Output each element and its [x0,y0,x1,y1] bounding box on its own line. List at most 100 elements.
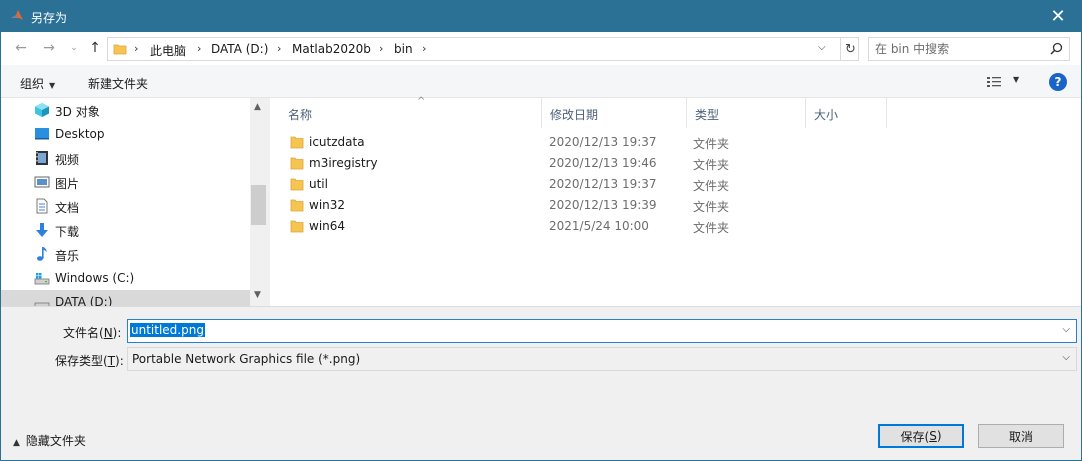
address-row: ← → ⌄ ↑ › 此电脑 › DATA (D:) › Matlab2020b … [1,32,1081,65]
nav-item-music[interactable]: 音乐 [1,242,250,266]
chevron-right-icon[interactable]: › [197,42,201,55]
file-row[interactable]: util 2020/12/13 19:37 文件夹 [270,174,1081,195]
file-date: 2021/5/24 10:00 [549,219,649,233]
filename-value[interactable]: untitled.png [130,323,205,337]
breadcrumb-matlab[interactable]: Matlab2020b [292,42,371,56]
breadcrumb-this-pc[interactable]: 此电脑 [150,42,186,59]
chevron-down-icon[interactable]: ⌵ [1062,352,1070,363]
filetype-value: Portable Network Graphics file (*.png) [132,352,361,366]
3d-objects-icon [35,103,49,117]
file-type: 文件夹 [693,179,730,193]
column-header-name[interactable]: 名称 ^ [280,96,542,128]
column-header-label: 名称 [288,108,313,122]
nav-item-3d-objects[interactable]: 3D 对象 [1,98,250,122]
caret-down-icon: ▼ [1013,75,1020,84]
nav-item-label: 音乐 [55,249,80,263]
file-name: m3iregistry [309,156,378,170]
chevron-right-icon[interactable]: › [134,42,138,55]
chevron-down-icon[interactable]: ⌵ [818,42,826,53]
nav-item-pictures[interactable]: 图片 [1,170,250,194]
label-text: ): [112,326,122,340]
chevron-right-icon[interactable]: › [422,42,426,55]
folder-icon [113,44,127,55]
save-form: 文件名(N): untitled.png ⌵ 保存类型(T): Portable… [1,306,1081,460]
title-bar[interactable]: 另存为 ✕ [1,1,1081,32]
filename-input[interactable]: untitled.png ⌵ [127,319,1077,343]
pictures-icon [34,176,50,188]
refresh-icon[interactable]: ↻ [840,38,860,60]
file-name: win64 [309,219,346,233]
file-type: 文件夹 [693,158,730,172]
nav-item-downloads[interactable]: 下载 [1,218,250,242]
search-box[interactable] [868,37,1070,61]
nav-item-documents[interactable]: 文档 [1,194,250,218]
label-text: 保存类型( [55,354,108,368]
chevron-down-icon[interactable]: ⌵ [1062,324,1070,335]
search-icon[interactable] [1050,42,1063,55]
file-row[interactable]: m3iregistry 2020/12/13 19:46 文件夹 [270,153,1081,174]
forward-icon[interactable]: → [40,39,58,57]
drive-c-icon [34,273,50,285]
details-view-icon [987,77,1001,87]
file-row[interactable]: win32 2020/12/13 19:39 文件夹 [270,195,1081,216]
view-options-button[interactable]: ▼ [986,74,1026,90]
nav-item-label: 图片 [55,177,80,191]
filetype-label: 保存类型(T): [55,352,124,369]
file-name: win32 [309,198,346,212]
hide-folders-toggle[interactable]: ▲ 隐藏文件夹 [13,432,86,449]
save-as-dialog: 另存为 ✕ ← → ⌄ ↑ › 此电脑 › DATA (D:) › Matlab… [0,0,1082,461]
button-text: ) [936,429,942,443]
help-icon[interactable]: ? [1049,73,1067,91]
close-icon[interactable]: ✕ [1035,1,1081,32]
folder-icon [290,220,304,233]
filetype-select[interactable]: Portable Network Graphics file (*.png) ⌵ [127,347,1077,371]
file-name: util [309,177,328,191]
column-header-label: 类型 [695,108,720,122]
save-button[interactable]: 保存(S) [878,424,964,448]
chevron-right-icon[interactable]: › [379,42,383,55]
matlab-icon [11,10,23,20]
label-text: ): [115,354,124,368]
nav-item-label: DATA (D:) [55,295,113,306]
column-header-size[interactable]: 大小 [806,98,887,128]
search-input[interactable] [875,41,1045,57]
recent-locations-icon[interactable]: ⌄ [65,39,83,57]
scroll-up-icon[interactable]: ▲ [254,102,261,112]
new-folder-button[interactable]: 新建文件夹 [88,75,148,92]
file-date: 2020/12/13 19:39 [549,198,657,212]
column-header-type[interactable]: 类型 [687,98,806,128]
nav-item-label: Windows (C:) [55,271,135,285]
nav-item-desktop[interactable]: Desktop [1,122,250,146]
column-header-date[interactable]: 修改日期 [542,98,687,128]
up-icon[interactable]: ↑ [86,39,104,57]
file-list: 名称 ^ 修改日期 类型 大小 icutzdata 2020/12/13 19:… [270,96,1081,306]
accelerator-key: N [103,326,113,340]
folder-icon [290,199,304,212]
organize-button[interactable]: 组织 ▼ [20,75,55,92]
address-bar[interactable]: › 此电脑 › DATA (D:) › Matlab2020b › bin › … [107,37,859,61]
caret-down-icon: ▼ [49,81,56,90]
nav-item-label: 视频 [55,153,80,167]
download-icon [36,223,48,237]
scroll-down-icon[interactable]: ▼ [254,290,261,300]
file-type: 文件夹 [693,200,730,214]
breadcrumb-bin[interactable]: bin [394,42,413,56]
nav-item-label: 下载 [55,225,80,239]
breadcrumb-data-drive[interactable]: DATA (D:) [211,42,268,56]
nav-item-data-d[interactable]: DATA (D:) [1,290,250,306]
column-header-label: 修改日期 [550,108,599,122]
cancel-button[interactable]: 取消 [978,424,1064,448]
chevron-right-icon[interactable]: › [277,42,281,55]
back-icon[interactable]: ← [12,39,30,57]
label-text: 文件名( [63,326,104,340]
file-row[interactable]: icutzdata 2020/12/13 19:37 文件夹 [270,132,1081,153]
file-row[interactable]: win64 2021/5/24 10:00 文件夹 [270,216,1081,237]
nav-item-label: 文档 [55,201,80,215]
accelerator-key: S [929,429,937,443]
hide-folders-label: 隐藏文件夹 [25,434,86,448]
nav-item-label: 3D 对象 [55,105,100,119]
nav-item-videos[interactable]: 视频 [1,146,250,170]
nav-scrollbar[interactable]: ▲ ▼ [250,98,267,306]
scrollbar-thumb[interactable] [251,185,266,225]
nav-item-windows-c[interactable]: Windows (C:) [1,266,250,290]
